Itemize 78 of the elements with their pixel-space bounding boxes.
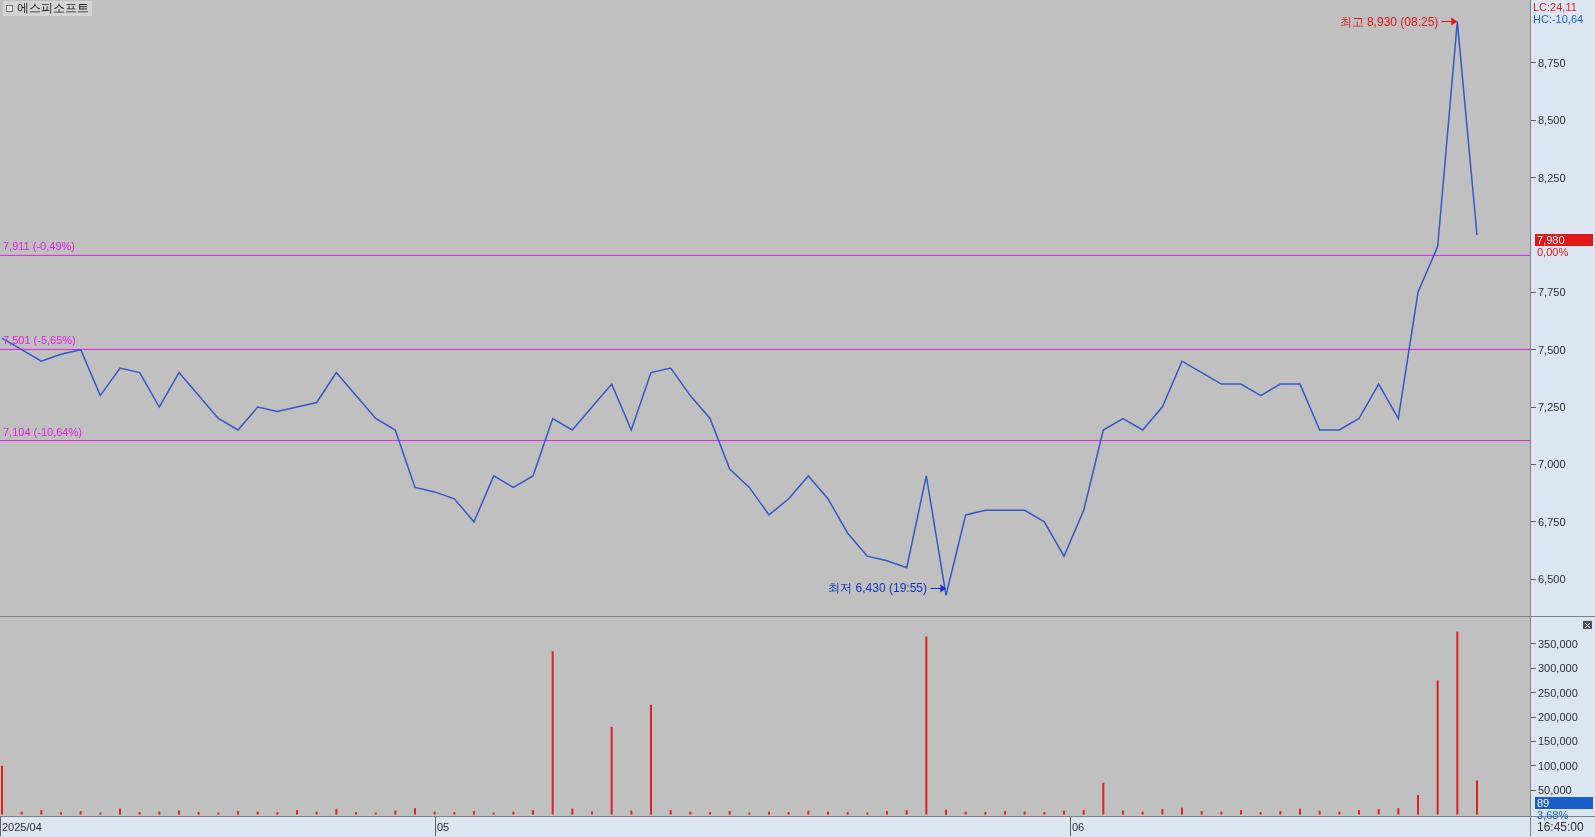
title-text: 에스피소프트 [17,1,89,16]
volume-bar [433,811,436,815]
volume-bar [315,811,318,815]
volume-bar [453,812,456,815]
volume-bar [79,811,82,815]
line-label: 7,104 (-10,64%) [3,425,82,439]
volume-bar [1259,812,1262,815]
volume-bar [1043,812,1046,815]
volume-bar [217,812,220,815]
volume-bar [728,811,731,815]
volume-bar [1023,811,1026,815]
volume-bar [846,812,849,815]
axis-label: 8,500 [1538,114,1566,127]
volume-bar [571,808,574,815]
volume-bar [1318,810,1321,815]
axis-label: 7,750 [1538,286,1566,299]
volume-bar [1102,782,1105,815]
volume-bar [1397,808,1400,815]
date-label: 06 [1072,821,1085,833]
volume-bar [1082,810,1085,815]
volume-bar [1161,809,1164,815]
axis-label: 8,250 [1538,171,1566,184]
date-label: 2025/04 [2,821,42,833]
volume-bar [20,811,23,815]
volume-bar [256,811,259,815]
date-label: 05 [437,821,450,833]
volume-bar [1377,809,1380,815]
volume-bar [1220,811,1223,815]
volume-bar [512,811,515,815]
volume-bar [1141,811,1144,815]
axis-label: 150,000 [1538,735,1578,748]
axis-label: 50,000 [1538,784,1572,797]
time-label: 16:45:00 [1537,820,1584,833]
axis-label: 8,750 [1538,56,1566,69]
indicator-value: HC:-10,64 [1533,13,1584,25]
volume-bar [984,812,987,815]
axis-label: 200,000 [1538,711,1578,723]
volume-bar [964,811,967,815]
volume-bar [669,810,672,815]
axis-label: 350,000 [1538,637,1578,650]
square-icon [6,5,13,12]
arrow-icon [930,583,946,593]
axis-label: 7,000 [1538,458,1566,471]
line-label: 7,911 (-0,49%) [3,240,75,254]
volume-bar [1200,811,1203,815]
volume-bar [158,811,161,815]
close-icon[interactable] [1583,621,1592,629]
volume-bar [1338,811,1341,815]
volume-bar [492,812,495,815]
volume-bar [197,812,200,815]
volume-bar [905,810,908,815]
volume-bar [689,811,692,815]
axis-label: 7,500 [1538,343,1566,356]
axis-label: 250,000 [1538,686,1578,699]
volume-tag: 89 [1535,797,1593,810]
axis-label: 6,750 [1538,515,1566,528]
volume-bar [374,812,377,815]
extreme-label: 최저 6,430 (19:55) [828,581,927,596]
volume-bar [335,809,338,815]
price-tag: 7,980 [1535,233,1593,246]
volume-bar [630,810,633,815]
volume-bar [276,812,279,815]
axis-label: 100,000 [1538,759,1578,772]
volume-bar [787,812,790,815]
volume-bar [866,812,869,815]
volume-bar [40,810,43,815]
volume-bar [748,812,751,815]
volume-bar [99,812,102,815]
axis-label: 6,500 [1538,573,1566,586]
volume-bar [1279,811,1282,815]
volume-bar [394,810,397,815]
axis-label: 7,250 [1538,401,1566,414]
volume-bar [807,810,810,815]
arrow-icon [1441,17,1458,27]
indicator-value: LC:24,11 [1533,1,1578,13]
volume-bar [138,812,141,815]
extreme-label: 최고 8,930 (08:25) [1339,14,1439,29]
axis-label: 300,000 [1538,662,1578,675]
